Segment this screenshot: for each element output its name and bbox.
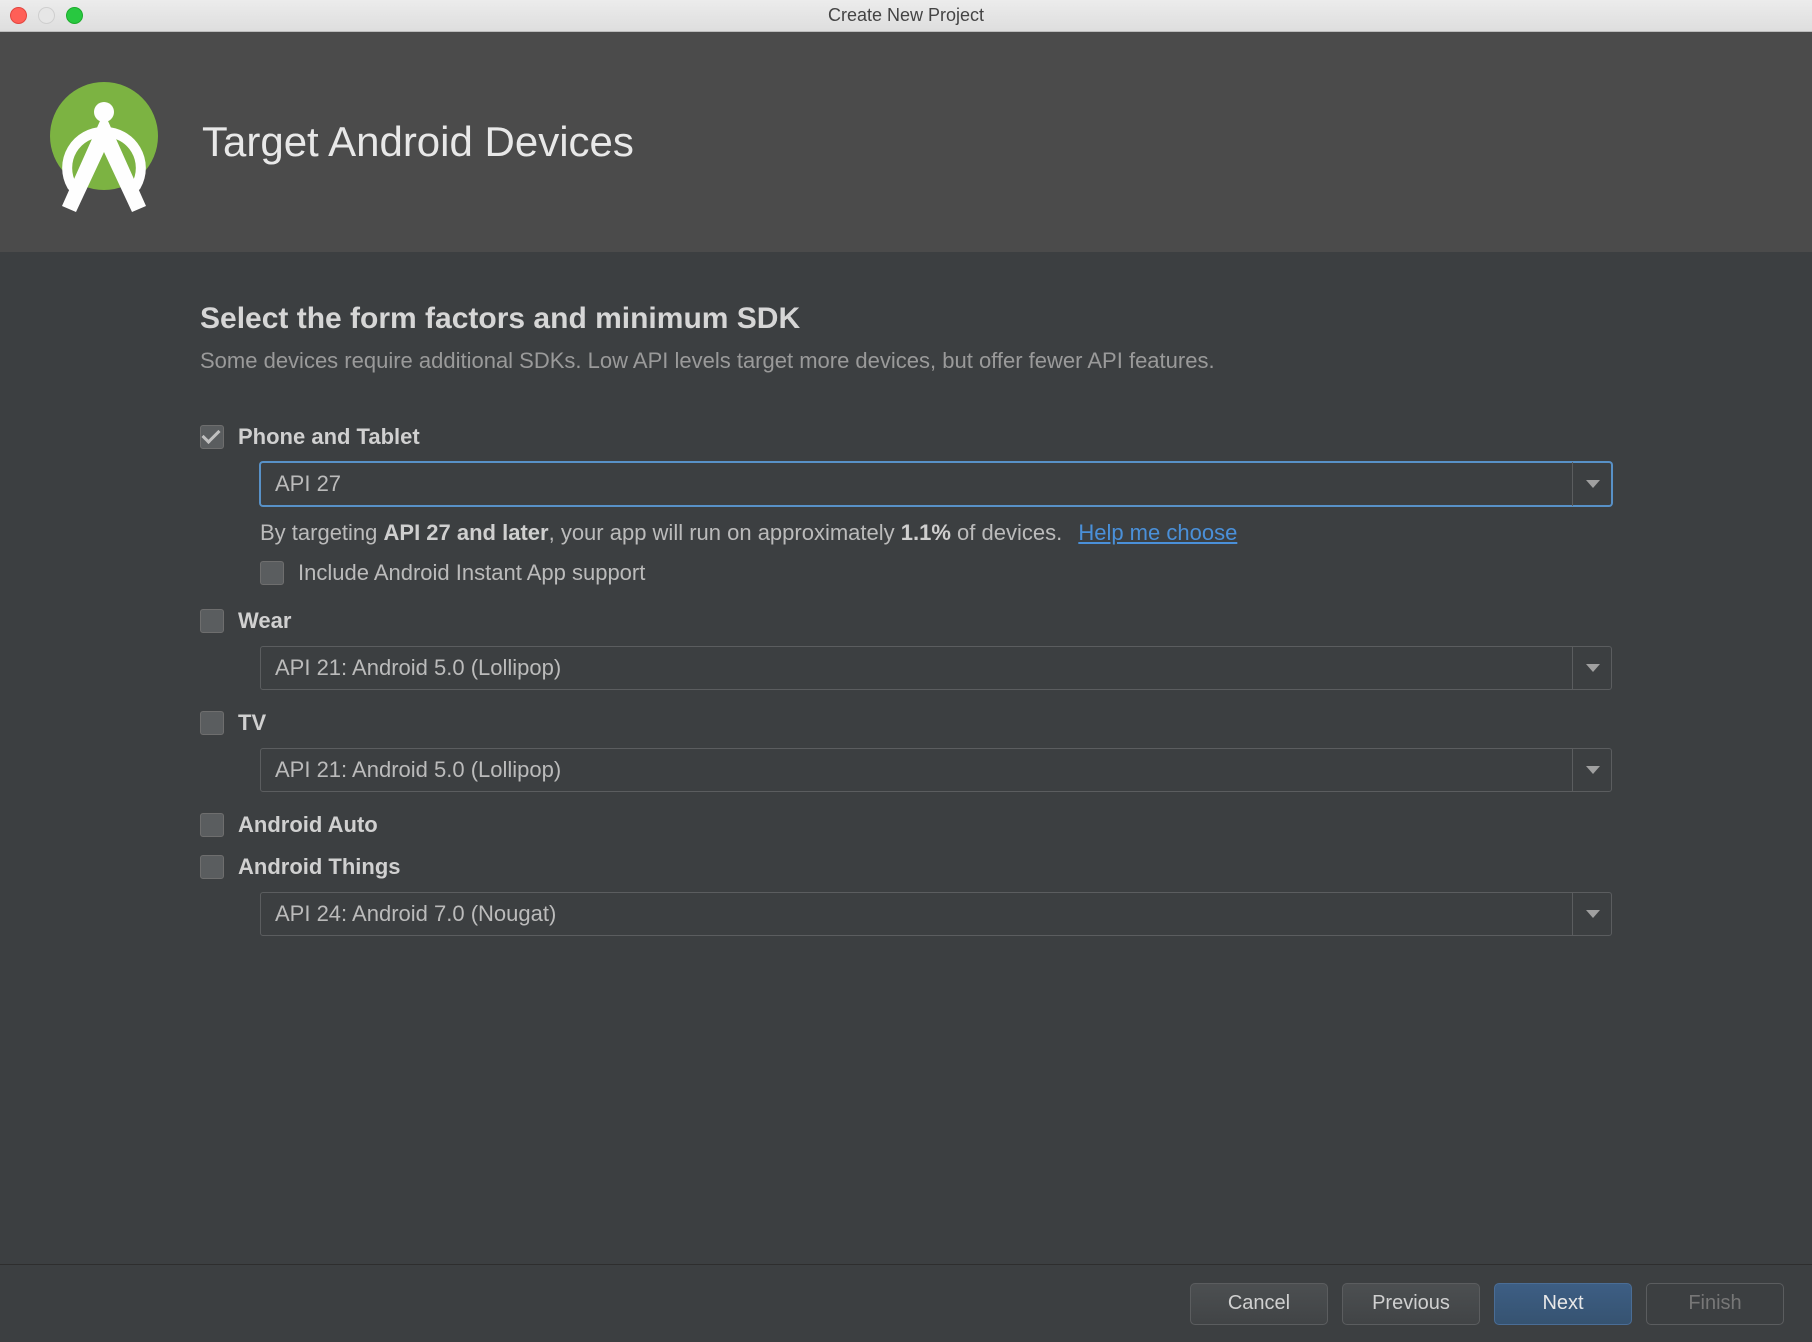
wizard-header: Target Android Devices [0, 32, 1812, 252]
android-things-row: Android Things [200, 854, 1612, 880]
tv-row: TV [200, 710, 1612, 736]
wear-api-value: API 21: Android 5.0 (Lollipop) [275, 655, 561, 681]
android-things-api-select[interactable]: API 24: Android 7.0 (Nougat) [260, 892, 1612, 936]
wizard-footer: Cancel Previous Next Finish [0, 1264, 1812, 1342]
android-auto-checkbox[interactable] [200, 813, 224, 837]
phone-tablet-checkbox[interactable] [200, 425, 224, 449]
android-studio-logo [42, 82, 162, 202]
android-auto-row: Android Auto [200, 812, 1612, 838]
android-things-api-value: API 24: Android 7.0 (Nougat) [275, 901, 556, 927]
android-auto-label: Android Auto [238, 812, 378, 838]
dropdown-arrow-icon[interactable] [1572, 892, 1612, 936]
dropdown-arrow-icon[interactable] [1572, 462, 1612, 506]
help-text-bold: 1.1% [901, 520, 951, 545]
android-things-api-select-row: API 24: Android 7.0 (Nougat) [260, 892, 1612, 936]
wear-checkbox[interactable] [200, 609, 224, 633]
phone-tablet-help-text: By targeting API 27 and later, your app … [260, 520, 1612, 546]
next-button[interactable]: Next [1494, 1283, 1632, 1325]
section-subheading: Some devices require additional SDKs. Lo… [200, 348, 1612, 374]
phone-tablet-label: Phone and Tablet [238, 424, 420, 450]
tv-checkbox[interactable] [200, 711, 224, 735]
phone-tablet-api-select[interactable]: API 27 [260, 462, 1612, 506]
help-text-fragment: of devices. [951, 520, 1062, 545]
phone-tablet-api-value: API 27 [275, 471, 341, 497]
window-title: Create New Project [0, 5, 1812, 26]
instant-app-row: Include Android Instant App support [260, 560, 1612, 586]
help-text-fragment: By targeting [260, 520, 384, 545]
compass-icon [42, 94, 166, 214]
help-me-choose-link[interactable]: Help me choose [1078, 520, 1237, 545]
wear-api-select[interactable]: API 21: Android 5.0 (Lollipop) [260, 646, 1612, 690]
phone-tablet-row: Phone and Tablet [200, 424, 1612, 450]
help-text-bold: API 27 and later [384, 520, 549, 545]
phone-tablet-api-select-row: API 27 [260, 462, 1612, 506]
wear-row: Wear [200, 608, 1612, 634]
titlebar: Create New Project [0, 0, 1812, 32]
wear-api-select-row: API 21: Android 5.0 (Lollipop) [260, 646, 1612, 690]
instant-app-checkbox[interactable] [260, 561, 284, 585]
cancel-button[interactable]: Cancel [1190, 1283, 1328, 1325]
finish-button: Finish [1646, 1283, 1784, 1325]
tv-api-select-row: API 21: Android 5.0 (Lollipop) [260, 748, 1612, 792]
dropdown-arrow-icon[interactable] [1572, 748, 1612, 792]
instant-app-label: Include Android Instant App support [298, 560, 645, 586]
android-things-checkbox[interactable] [200, 855, 224, 879]
tv-api-value: API 21: Android 5.0 (Lollipop) [275, 757, 561, 783]
tv-label: TV [238, 710, 266, 736]
tv-api-select[interactable]: API 21: Android 5.0 (Lollipop) [260, 748, 1612, 792]
section-heading: Select the form factors and minimum SDK [200, 302, 1612, 336]
wear-label: Wear [238, 608, 291, 634]
dropdown-arrow-icon[interactable] [1572, 646, 1612, 690]
help-text-fragment: , your app will run on approximately [549, 520, 901, 545]
page-title: Target Android Devices [202, 118, 634, 166]
previous-button[interactable]: Previous [1342, 1283, 1480, 1325]
wizard-body: Select the form factors and minimum SDK … [0, 252, 1812, 936]
android-things-label: Android Things [238, 854, 401, 880]
